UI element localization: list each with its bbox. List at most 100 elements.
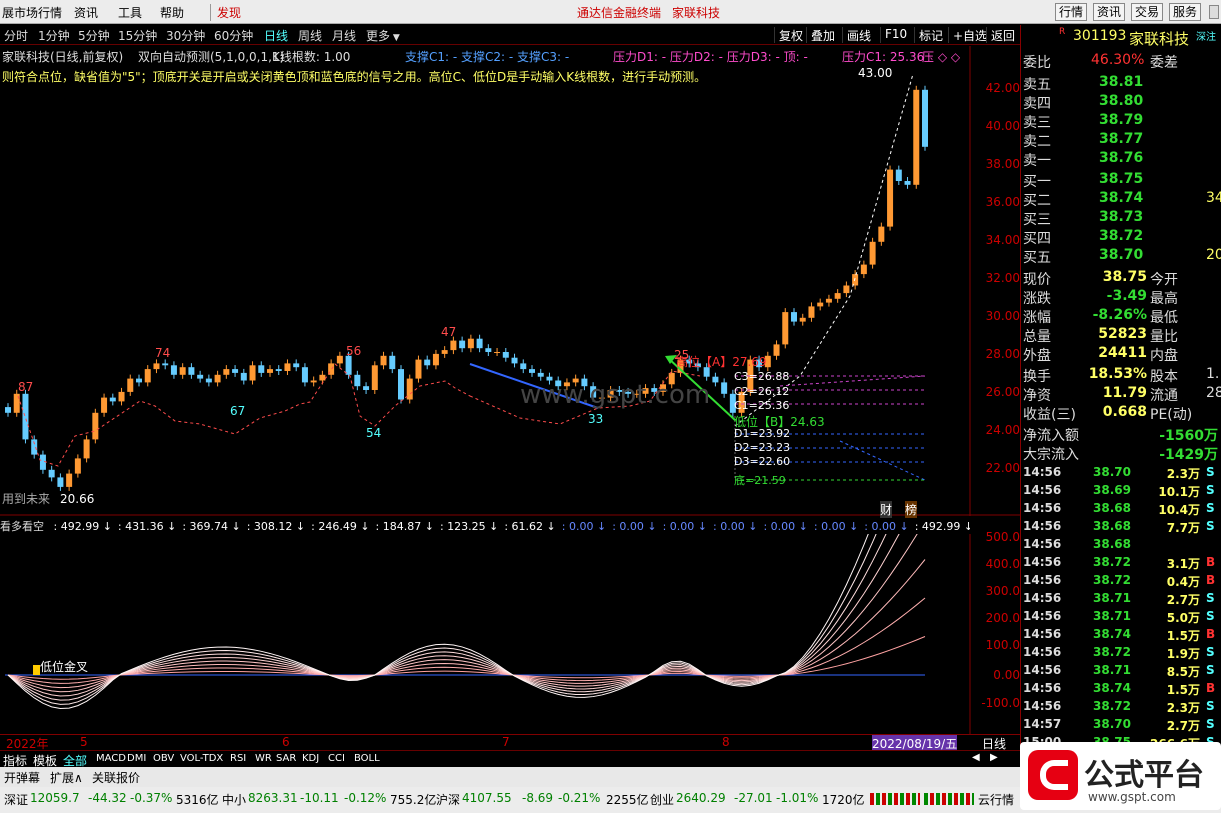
candle-body [904, 181, 911, 185]
tab-boll[interactable]: BOLL [354, 753, 380, 764]
axis-label: 40.00 [985, 119, 1020, 133]
tab-related[interactable]: 关联报价 [92, 769, 140, 786]
btn-trade[interactable]: 交易 [1131, 3, 1164, 21]
period-fenshi[interactable]: 分时 [4, 27, 28, 44]
scroll-icon[interactable] [1209, 5, 1219, 19]
scroll-right-icon[interactable]: ▶ [990, 752, 998, 763]
order-label: 买一 [1023, 174, 1051, 190]
menu-info[interactable]: 资讯 [74, 4, 98, 21]
candle-body [258, 365, 265, 373]
axis-label: 24.00 [985, 423, 1020, 437]
period-daily[interactable]: 日线 [264, 27, 288, 44]
candle-body [284, 363, 291, 371]
trend-lines [17, 73, 914, 467]
indicator-chart[interactable] [0, 534, 1020, 734]
sub-chart-name: 看多看空 [0, 520, 44, 533]
indicator-tabs: 指标 模板 全部 MACD DMI OBV VOL-TDX RSI WR SAR… [0, 750, 1020, 768]
order-row[interactable]: 卖四 38.80 [1021, 93, 1221, 112]
flow-row: 净流入额 -1560万 [1021, 425, 1221, 444]
candle-body [887, 169, 894, 227]
axis-label: 42.00 [985, 81, 1020, 95]
order-row[interactable]: 买四 38.72 [1021, 228, 1221, 247]
axis-label: 36.00 [985, 195, 1020, 209]
period-60min[interactable]: 60分钟 [214, 27, 253, 44]
tick-row: 14:56 38.68 7.7万 S [1021, 519, 1221, 537]
btn-overlay[interactable]: 叠加 [806, 27, 835, 43]
candlestick-chart[interactable] [0, 46, 1020, 516]
tick-side: B [1206, 555, 1216, 569]
btn-f10[interactable]: F10 [880, 27, 907, 43]
btn-back[interactable]: 返回 [986, 27, 1015, 43]
btn-draw[interactable]: 画线 [842, 27, 871, 43]
sub-value: : 184.87 ↓ [375, 520, 434, 533]
btn-fuquan[interactable]: 复权 [774, 27, 803, 43]
candle-body [459, 340, 466, 349]
tab-wr[interactable]: WR [255, 753, 272, 764]
btn-quote[interactable]: 行情 [1055, 3, 1088, 21]
sub-axis-label: 100.0 [985, 638, 1020, 652]
center-stock: 家联科技 [672, 6, 721, 20]
tab-rsi[interactable]: RSI [230, 753, 246, 764]
candle-body [729, 393, 736, 413]
tick-price: 38.72 [1093, 573, 1131, 587]
btn-mark[interactable]: 标记 [914, 27, 943, 43]
tick-time: 14:56 [1023, 483, 1062, 497]
stat-value: 0.668 [1102, 404, 1147, 420]
period-1min[interactable]: 1分钟 [38, 27, 70, 44]
candle-body [336, 355, 343, 364]
order-row[interactable]: 卖二 38.77 [1021, 131, 1221, 150]
order-row[interactable]: 卖五 38.81 [1021, 74, 1221, 93]
flow-value: -1560万 [1159, 428, 1218, 444]
cloud-quote[interactable]: 云行情 [978, 791, 1014, 808]
candle-body [581, 378, 588, 387]
order-row[interactable]: 卖一 38.76 [1021, 150, 1221, 169]
menu-tools[interactable]: 工具 [118, 4, 142, 21]
sub-axis-label: 500.0 [985, 530, 1020, 544]
tab-sar[interactable]: SAR [276, 753, 296, 764]
order-row[interactable]: 卖三 38.79 [1021, 112, 1221, 131]
tab-macd[interactable]: MACD [96, 753, 126, 764]
btn-add-watch[interactable]: +自选 [948, 27, 987, 43]
candle-body [467, 338, 474, 349]
candle-body [267, 369, 273, 373]
sub-axis-label: 0.00 [993, 668, 1020, 682]
tick-vol: 10.1万 [1158, 485, 1200, 499]
order-label: 卖二 [1023, 134, 1051, 150]
scroll-left-icon[interactable]: ◀ [972, 752, 980, 763]
candle-body [825, 298, 832, 303]
btn-service[interactable]: 服务 [1169, 3, 1202, 21]
tick-side: S [1206, 645, 1215, 659]
market-bars-icon [924, 793, 974, 805]
order-row[interactable]: 买二 38.74 34 [1021, 190, 1221, 209]
tab-dmi[interactable]: DMI [127, 753, 146, 764]
tab-obv[interactable]: OBV [153, 753, 174, 764]
tick-price: 38.69 [1093, 483, 1131, 497]
order-price: 38.73 [1099, 209, 1144, 225]
candle-body [118, 391, 125, 402]
period-5min[interactable]: 5分钟 [78, 27, 110, 44]
period-more[interactable]: 更多 ▼ [366, 27, 400, 44]
tab-danmu[interactable]: 开弹幕 [4, 769, 40, 786]
menu-help[interactable]: 帮助 [160, 4, 184, 21]
tab-vol-tdx[interactable]: VOL-TDX [180, 753, 223, 764]
tick-row: 14:56 38.72 0.4万 B [1021, 573, 1221, 591]
menu-discover[interactable]: 发现 [210, 4, 241, 21]
tab-kdj[interactable]: KDJ [302, 753, 319, 764]
period-15min[interactable]: 15分钟 [118, 27, 157, 44]
tick-time: 14:56 [1023, 555, 1062, 569]
candle-body [703, 367, 710, 377]
order-row[interactable]: 买五 38.70 20 [1021, 247, 1221, 266]
order-row[interactable]: 买三 38.73 [1021, 209, 1221, 228]
tab-cci[interactable]: CCI [328, 753, 345, 764]
sub-value: : 0.00 ↓ [763, 520, 808, 533]
btn-info[interactable]: 资讯 [1093, 3, 1126, 21]
candle-body [127, 378, 134, 392]
candle-body [651, 388, 658, 392]
tab-expand[interactable]: 扩展∧ [50, 769, 83, 786]
tick-row: 14:56 38.72 1.9万 S [1021, 645, 1221, 663]
order-row[interactable]: 买一 38.75 [1021, 171, 1221, 190]
period-30min[interactable]: 30分钟 [166, 27, 205, 44]
period-weekly[interactable]: 周线 [298, 27, 322, 44]
logo-icon [1028, 750, 1078, 800]
period-monthly[interactable]: 月线 [332, 27, 356, 44]
